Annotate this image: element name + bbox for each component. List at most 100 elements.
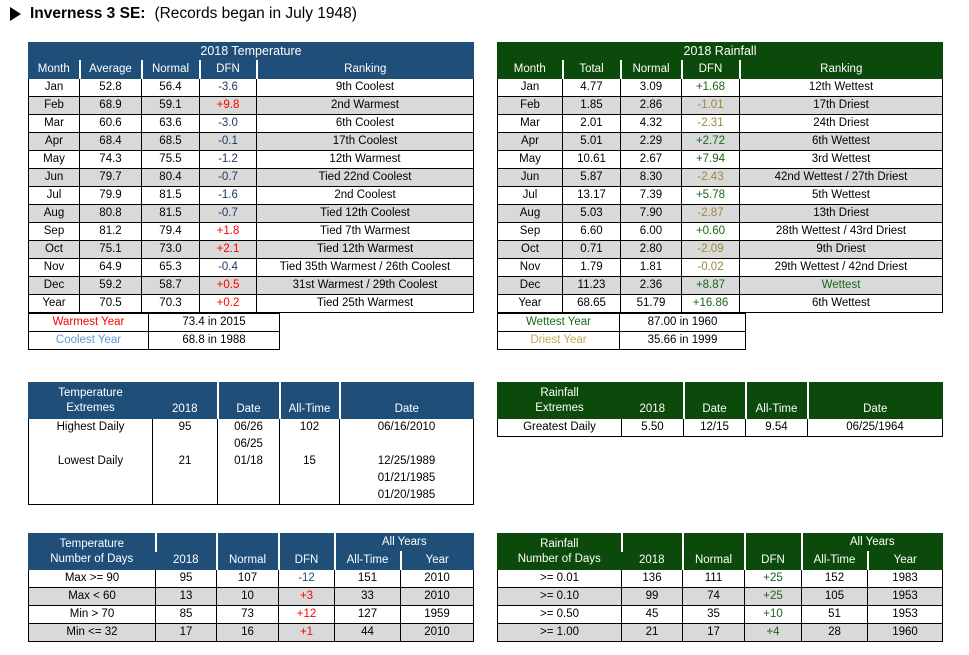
cell-value: 10.61 (562, 150, 621, 169)
cell-2018: 13 (155, 587, 217, 606)
cell-all-time-values: 102 15 (279, 418, 340, 505)
cell-dfn: +2.1 (199, 240, 257, 259)
line (219, 487, 279, 504)
table-row: Sep 6.60 6.00 +0.60 28th Wettest / 43rd Drie… (497, 222, 943, 241)
cell-month: Feb (497, 96, 563, 115)
cell-dfn: -0.4 (199, 258, 257, 277)
cell-year: 1953 (867, 587, 943, 606)
line: 15 (303, 455, 316, 467)
table-row: Aug 80.8 81.5 -0.7 Tied 12th Coolest (28, 204, 474, 223)
cell-dfn: +3 (278, 587, 335, 606)
table-title: 2018 Temperature (28, 42, 474, 61)
table: Temperature Number of Days All Years 2018 No… (28, 533, 474, 642)
cell-year: 2010 (400, 623, 474, 642)
line: 06/26 (234, 421, 263, 433)
cell-dfn: +12 (278, 605, 335, 624)
cell-normal: 79.4 (141, 222, 200, 241)
page-title: Inverness 3 SE: (Records began in July 1… (10, 5, 357, 23)
cell-value: 74.3 (79, 150, 142, 169)
cell-value: 5.01 (562, 132, 621, 151)
table: 2018 Temperature Month Average Normal DFN Ran… (28, 42, 474, 313)
line (154, 487, 217, 504)
cell-year: 2010 (400, 569, 474, 588)
cell-ranking: 42nd Wettest / 27th Driest (739, 168, 943, 187)
cell-month: Aug (28, 204, 80, 223)
cell-dfn: +1.8 (199, 222, 257, 241)
table-row: Jan 52.8 56.4 -3.6 9th Coolest (28, 78, 474, 97)
cell-ranking: Tied 12th Coolest (256, 204, 474, 223)
table-row: Coolest Year 68.8 in 1988 (28, 331, 280, 350)
cell-dfn: +10 (744, 605, 802, 624)
cell-value: 6.60 (562, 222, 621, 241)
header-spacer (744, 382, 808, 401)
column-header-average: Average (78, 60, 142, 79)
cell-normal: 81.5 (141, 204, 200, 223)
cell-value: 68.8 in 1988 (148, 331, 280, 350)
extremes-title-line2: Extremes (535, 401, 584, 414)
group-header-all-years: All Years (800, 533, 943, 552)
cell-normal: 2.86 (620, 96, 682, 115)
cell-dfn: -2.31 (681, 114, 740, 133)
table-row: May 10.61 2.67 +7.94 3rd Wettest (497, 150, 943, 169)
extremes-title-line2: Extremes (66, 401, 115, 414)
cell-2018-date: 12/15 (683, 418, 746, 437)
cell-normal: 10 (216, 587, 279, 606)
column-header-dfn: DFN (277, 551, 335, 570)
cell-2018: 99 (621, 587, 683, 606)
group-header-all-years: All Years (333, 533, 474, 552)
line: 01/18 (234, 455, 263, 467)
column-header-month: Month (28, 60, 80, 79)
cell-normal: 68.5 (141, 132, 200, 151)
cell-dfn: +0.5 (199, 276, 257, 295)
table-row: Sep 81.2 79.4 +1.8 Tied 7th Warmest (28, 222, 474, 241)
cell-value: 35.66 in 1999 (619, 331, 746, 350)
temperature-year-box: Warmest Year 73.4 in 2015 Coolest Year 68.8… (28, 313, 280, 350)
table: 2018 Rainfall Month Total Normal DFN Ranking J… (497, 42, 943, 313)
cell-normal: 81.5 (141, 186, 200, 205)
table-title: 2018 Rainfall (497, 42, 943, 61)
cell-ranking: 13th Driest (739, 204, 943, 223)
cell-dfn: -0.02 (681, 258, 740, 277)
cell-value: 81.2 (79, 222, 142, 241)
days-title-line2: Number of Days (517, 552, 601, 565)
cell-normal: 75.5 (141, 150, 200, 169)
table-row: May 74.3 75.5 -1.2 12th Warmest (28, 150, 474, 169)
station-name: Inverness 3 SE: (30, 5, 146, 22)
cell-normal: 51.79 (620, 294, 682, 313)
cell-ranking: Tied 7th Warmest (256, 222, 474, 241)
table-row: Oct 0.71 2.80 -2.09 9th Driest (497, 240, 943, 259)
extremes-title: Temperature Extremes (28, 382, 153, 419)
table-header-row-top: Rainfall Extremes (497, 382, 943, 419)
cell-all-time: 127 (334, 605, 401, 624)
temperature-extremes-table: Temperature Extremes 2018 Date All-Time Date H… (28, 382, 474, 505)
header-spacer (277, 533, 335, 552)
line: 12/25/1989 (377, 455, 436, 467)
table-row: Feb 1.85 2.86 -1.01 17th Driest (497, 96, 943, 115)
cell-all-time: 151 (334, 569, 401, 588)
cell-all-time: 105 (801, 587, 868, 606)
cell-month: Mar (497, 114, 563, 133)
cell-normal: 17 (682, 623, 745, 642)
table-row: Jan 4.77 3.09 +1.68 12th Wettest (497, 78, 943, 97)
cell-all-time-dates: 06/16/2010 12/25/1989 01/21/1985 01/20/1985 (339, 418, 474, 505)
cell-value: 68.65 (562, 294, 621, 313)
cell-dfn: +16.86 (681, 294, 740, 313)
records-note: (Records began in July 1948) (154, 5, 357, 22)
cell-dfn: -2.43 (681, 168, 740, 187)
table-row: Max < 60 13 10 +3 33 2010 (28, 587, 474, 606)
column-header-year: Year (866, 551, 943, 570)
cell-dfn: +0.2 (199, 294, 257, 313)
table-title-row: 2018 Rainfall (497, 42, 943, 61)
cell-dfn: -3.0 (199, 114, 257, 133)
cell-2018: 21 (621, 623, 683, 642)
line (341, 436, 473, 453)
table-header-row-top: Temperature Extremes (28, 382, 474, 419)
cell-value: 87.00 in 1960 (619, 313, 746, 332)
cell-normal: 2.29 (620, 132, 682, 151)
cell-value: 68.9 (79, 96, 142, 115)
rainfall-monthly-table: 2018 Rainfall Month Total Normal DFN Ranking J… (497, 42, 943, 313)
triangle-right-icon (10, 7, 21, 21)
cell-ranking: 3rd Wettest (739, 150, 943, 169)
cell-dfn: +0.60 (681, 222, 740, 241)
cell-2018: 45 (621, 605, 683, 624)
